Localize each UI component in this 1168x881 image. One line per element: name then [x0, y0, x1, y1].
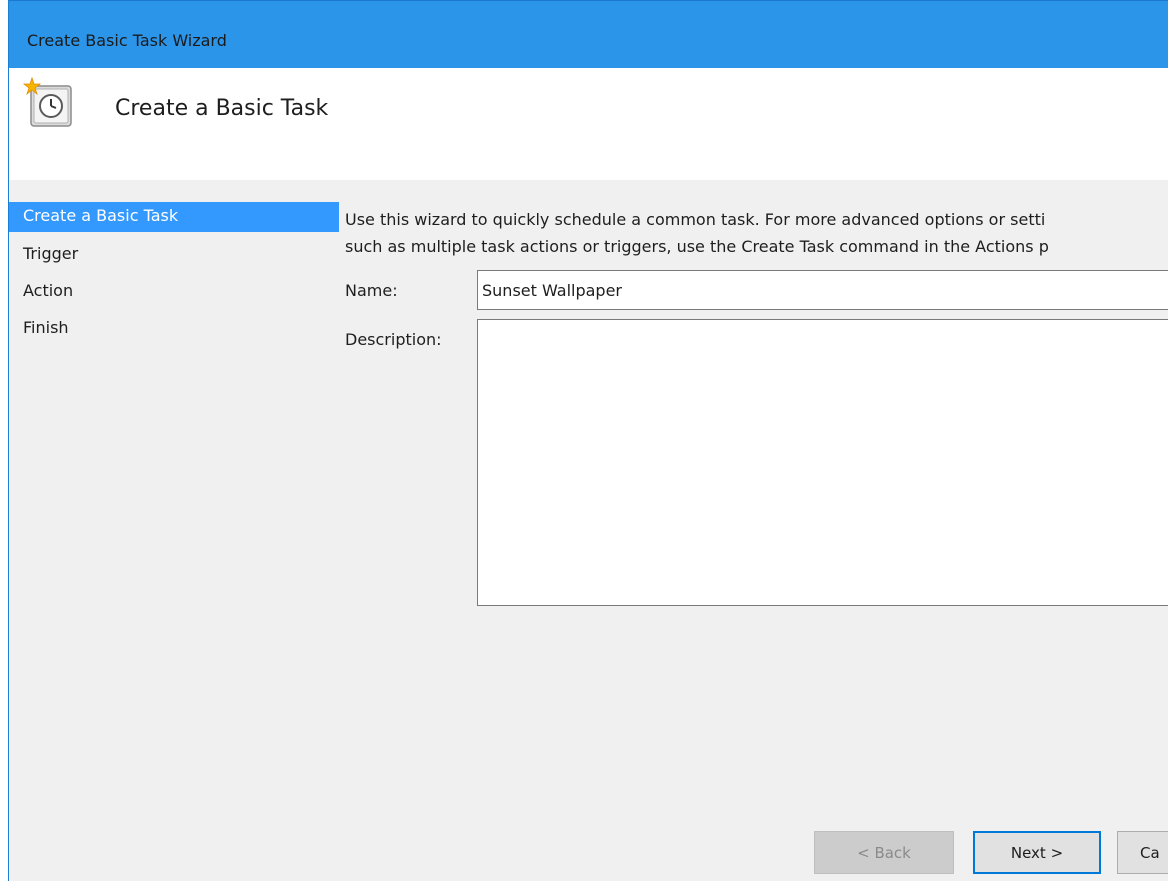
- window-title: Create Basic Task Wizard: [27, 31, 227, 50]
- intro-line-1: Use this wizard to quickly schedule a co…: [345, 210, 1046, 229]
- step-action[interactable]: Action: [9, 273, 339, 310]
- wizard-window: Create Basic Task Wizard Create a Basic …: [8, 0, 1168, 881]
- next-button[interactable]: Next >: [973, 831, 1101, 874]
- intro-text: Use this wizard to quickly schedule a co…: [345, 206, 1168, 260]
- wizard-header: Create a Basic Task: [9, 68, 1168, 180]
- page-title: Create a Basic Task: [115, 96, 329, 121]
- back-button[interactable]: < Back: [814, 831, 954, 874]
- step-trigger[interactable]: Trigger: [9, 236, 339, 273]
- description-input[interactable]: [477, 319, 1168, 606]
- description-label: Description:: [345, 330, 442, 349]
- wizard-steps: Create a Basic Task Trigger Action Finis…: [9, 196, 339, 347]
- cancel-button[interactable]: Ca: [1117, 831, 1168, 874]
- name-input[interactable]: [477, 270, 1168, 310]
- step-finish[interactable]: Finish: [9, 310, 339, 347]
- intro-line-2: such as multiple task actions or trigger…: [345, 237, 1049, 256]
- scheduled-task-clock-icon: [21, 76, 77, 132]
- name-label: Name:: [345, 281, 398, 300]
- title-bar[interactable]: Create Basic Task Wizard: [9, 0, 1168, 68]
- step-create-basic-task[interactable]: Create a Basic Task: [9, 202, 339, 232]
